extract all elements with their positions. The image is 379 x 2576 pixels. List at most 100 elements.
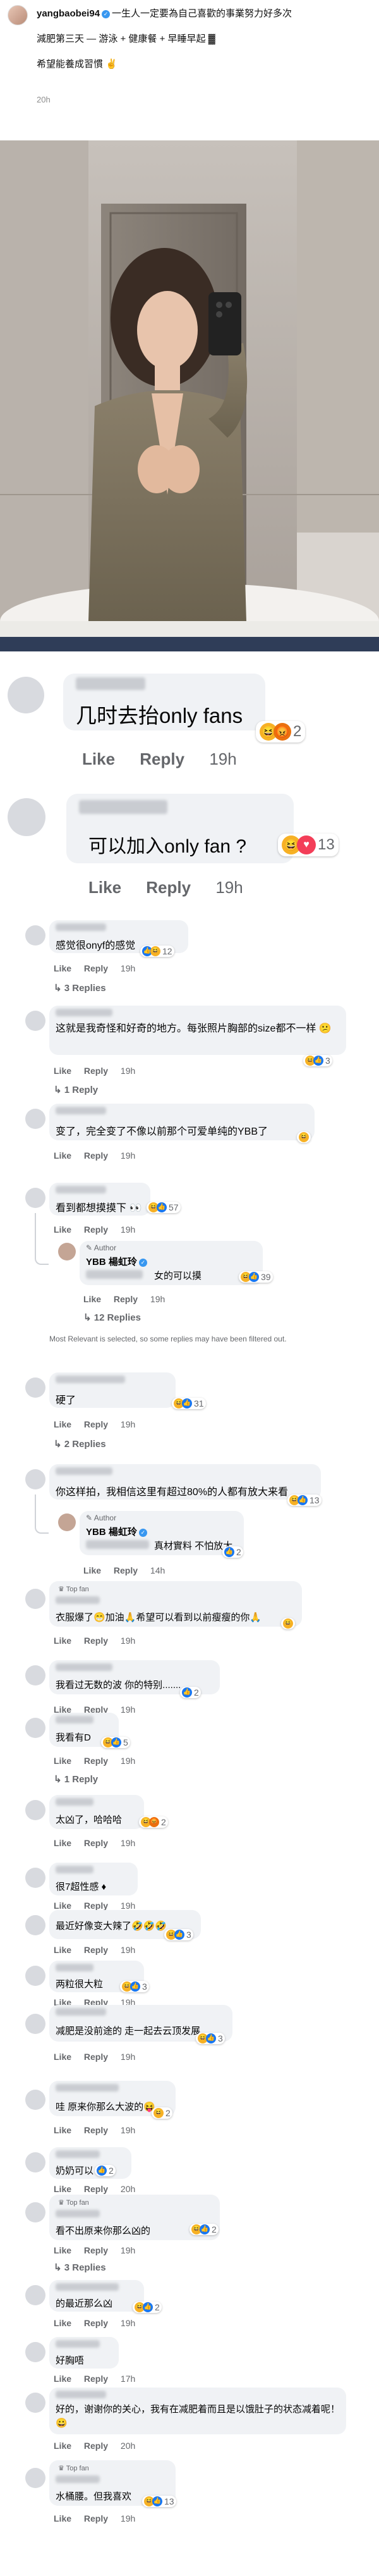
comment-bubble[interactable]: 变了，完全变了不像以前那个可爱单纯的YBB了 bbox=[49, 1104, 315, 1140]
reply-button[interactable]: Reply bbox=[84, 1224, 108, 1235]
like-button[interactable]: Like bbox=[54, 2125, 71, 2135]
avatar[interactable] bbox=[25, 1966, 45, 1986]
reaction-summary[interactable]: 😆 bbox=[281, 1618, 295, 1629]
like-button[interactable]: Like bbox=[54, 1838, 71, 1848]
avatar[interactable] bbox=[25, 2152, 45, 2172]
like-button[interactable]: Like bbox=[54, 963, 71, 973]
comment-bubble[interactable]: ♛ Top fan 衣服爆了😁加油🙏希望可以看到以前瘦瘦的你🙏 bbox=[49, 1581, 302, 1627]
avatar[interactable] bbox=[25, 2342, 45, 2362]
reaction-summary[interactable]: 😆 bbox=[297, 1131, 311, 1143]
reply-button[interactable]: Reply bbox=[84, 2374, 108, 2384]
view-replies-link[interactable]: ↳ 2 Replies bbox=[54, 1438, 106, 1450]
avatar[interactable] bbox=[25, 2285, 45, 2305]
comment-bubble[interactable]: 好的，谢谢你的关心，我有在减肥着而且是以饿肚子的状态减着呢！😀 bbox=[49, 2388, 346, 2434]
like-button[interactable]: Like bbox=[82, 749, 115, 768]
reaction-summary[interactable]: 😆 👍 39 bbox=[239, 1271, 273, 1283]
reaction-summary[interactable]: 😆 ♥ 13 bbox=[278, 834, 339, 856]
view-replies-link[interactable]: ↳ 3 Replies bbox=[54, 2262, 106, 2273]
reaction-summary[interactable]: 👍 2 bbox=[95, 2165, 116, 2176]
like-button[interactable]: Like bbox=[54, 2184, 71, 2194]
like-button[interactable]: Like bbox=[54, 1066, 71, 1076]
avatar[interactable] bbox=[25, 2468, 45, 2488]
reply-button[interactable]: Reply bbox=[84, 1756, 108, 1766]
post-photo[interactable] bbox=[0, 140, 379, 651]
comment-bubble[interactable]: 太凶了，哈哈哈 bbox=[49, 1795, 144, 1829]
reply-bubble[interactable]: ✎ Author YBB 楊虹玲 ✓ 真材實料 不怕放大 bbox=[80, 1511, 244, 1555]
reaction-summary[interactable]: 👍 2 bbox=[180, 1687, 201, 1698]
reply-button[interactable]: Reply bbox=[84, 1838, 108, 1848]
avatar[interactable] bbox=[25, 2393, 45, 2413]
view-replies-link[interactable]: ↳ 1 Reply bbox=[54, 1084, 98, 1095]
like-button[interactable]: Like bbox=[54, 2318, 71, 2328]
avatar[interactable] bbox=[25, 1377, 45, 1398]
avatar[interactable] bbox=[25, 1915, 45, 1935]
comment-bubble[interactable]: 的最近那么凶 bbox=[49, 2280, 144, 2312]
like-button[interactable]: Like bbox=[54, 2513, 71, 2524]
comment-bubble[interactable]: 好胸唔 bbox=[49, 2337, 119, 2369]
like-button[interactable]: Like bbox=[54, 1636, 71, 1646]
reply-button[interactable]: Reply bbox=[84, 2184, 108, 2194]
like-button[interactable]: Like bbox=[54, 1419, 71, 1429]
avatar[interactable] bbox=[25, 1800, 45, 1820]
reply-button[interactable]: Reply bbox=[84, 1066, 108, 1076]
reply-button[interactable]: Reply bbox=[84, 1636, 108, 1646]
reply-button[interactable]: Reply bbox=[84, 1901, 108, 1911]
reaction-summary[interactable]: 😆 👍 13 bbox=[287, 1494, 322, 1506]
like-button[interactable]: Like bbox=[54, 2052, 71, 2062]
like-button[interactable]: Like bbox=[54, 1945, 71, 1955]
author-avatar[interactable] bbox=[58, 1243, 76, 1260]
avatar[interactable] bbox=[25, 2014, 45, 2034]
reply-button[interactable]: Reply bbox=[114, 1294, 138, 1304]
reaction-summary[interactable]: 👍 2 bbox=[222, 1546, 243, 1558]
like-button[interactable]: Like bbox=[54, 1150, 71, 1161]
reply-bubble[interactable]: ✎ Author YBB 楊虹玲 ✓ 女的可以摸 bbox=[80, 1241, 263, 1285]
view-replies-link[interactable]: ↳ 1 Reply bbox=[54, 1773, 98, 1785]
reply-button[interactable]: Reply bbox=[84, 2513, 108, 2524]
like-button[interactable]: Like bbox=[83, 1294, 101, 1304]
comment-bubble[interactable]: 几时去抬only fans bbox=[63, 674, 265, 730]
reply-button[interactable]: Reply bbox=[84, 1419, 108, 1429]
reply-button[interactable]: Reply bbox=[84, 2052, 108, 2062]
avatar[interactable] bbox=[25, 925, 45, 946]
username[interactable]: yangbaobei94 bbox=[37, 8, 100, 19]
comment-bubble[interactable]: 很7超性感 ♦ bbox=[49, 1863, 138, 1895]
avatar[interactable] bbox=[25, 1665, 45, 1685]
reaction-summary[interactable]: 😆 👍 3 bbox=[120, 1981, 149, 1992]
like-button[interactable]: Like bbox=[83, 1565, 101, 1575]
reaction-summary[interactable]: 😆 😡 2 bbox=[256, 721, 306, 743]
reply-button[interactable]: Reply bbox=[146, 878, 191, 897]
reply-button[interactable]: Reply bbox=[84, 2441, 108, 2451]
avatar[interactable] bbox=[25, 1109, 45, 1129]
reply-button[interactable]: Reply bbox=[140, 749, 184, 768]
reaction-summary[interactable]: 😆 👍 31 bbox=[172, 1398, 206, 1409]
like-button[interactable]: Like bbox=[54, 2374, 71, 2384]
like-button[interactable]: Like bbox=[54, 2245, 71, 2255]
like-button[interactable]: Like bbox=[88, 878, 121, 897]
reaction-summary[interactable]: 😆 😡 2 bbox=[139, 1816, 168, 1828]
reaction-summary[interactable]: 😆 👍 5 bbox=[101, 1737, 130, 1748]
reply-button[interactable]: Reply bbox=[84, 1150, 108, 1161]
avatar[interactable] bbox=[8, 798, 45, 836]
reaction-summary[interactable]: 😆 👍 2 bbox=[190, 2224, 219, 2235]
avatar[interactable] bbox=[8, 5, 28, 25]
avatar[interactable] bbox=[25, 1469, 45, 1489]
avatar[interactable] bbox=[25, 1868, 45, 1888]
reaction-summary[interactable]: 😆 👍 3 bbox=[164, 1929, 193, 1940]
comment-bubble[interactable]: 你这样拍，我相信这里有超过80%的人都有放大来看 bbox=[49, 1464, 321, 1500]
comment-bubble[interactable]: 这就是我奇怪和好奇的地方。每张照片胸部的size都不一样 😕 bbox=[49, 1006, 346, 1055]
avatar[interactable] bbox=[25, 1188, 45, 1208]
reaction-summary[interactable]: 😆 2 bbox=[152, 2107, 172, 2119]
view-replies-link[interactable]: ↳ 3 Replies bbox=[54, 982, 106, 994]
reaction-summary[interactable]: 😆 👍 13 bbox=[142, 2496, 176, 2507]
author-name[interactable]: YBB 楊虹玲 bbox=[86, 1257, 137, 1267]
view-replies-link[interactable]: ↳ 12 Replies bbox=[83, 1312, 141, 1323]
reply-button[interactable]: Reply bbox=[84, 1945, 108, 1955]
avatar[interactable] bbox=[25, 1589, 45, 1609]
reply-button[interactable]: Reply bbox=[84, 2318, 108, 2328]
reaction-summary[interactable]: 😆 👍 3 bbox=[303, 1055, 332, 1066]
avatar[interactable] bbox=[25, 2090, 45, 2110]
comment-bubble[interactable]: 硬了 bbox=[49, 1372, 176, 1408]
comment-bubble[interactable]: 奶奶可以 bbox=[49, 2147, 131, 2179]
reply-button[interactable]: Reply bbox=[114, 1565, 138, 1575]
reaction-summary[interactable]: 👍 😆 12 bbox=[140, 946, 174, 957]
